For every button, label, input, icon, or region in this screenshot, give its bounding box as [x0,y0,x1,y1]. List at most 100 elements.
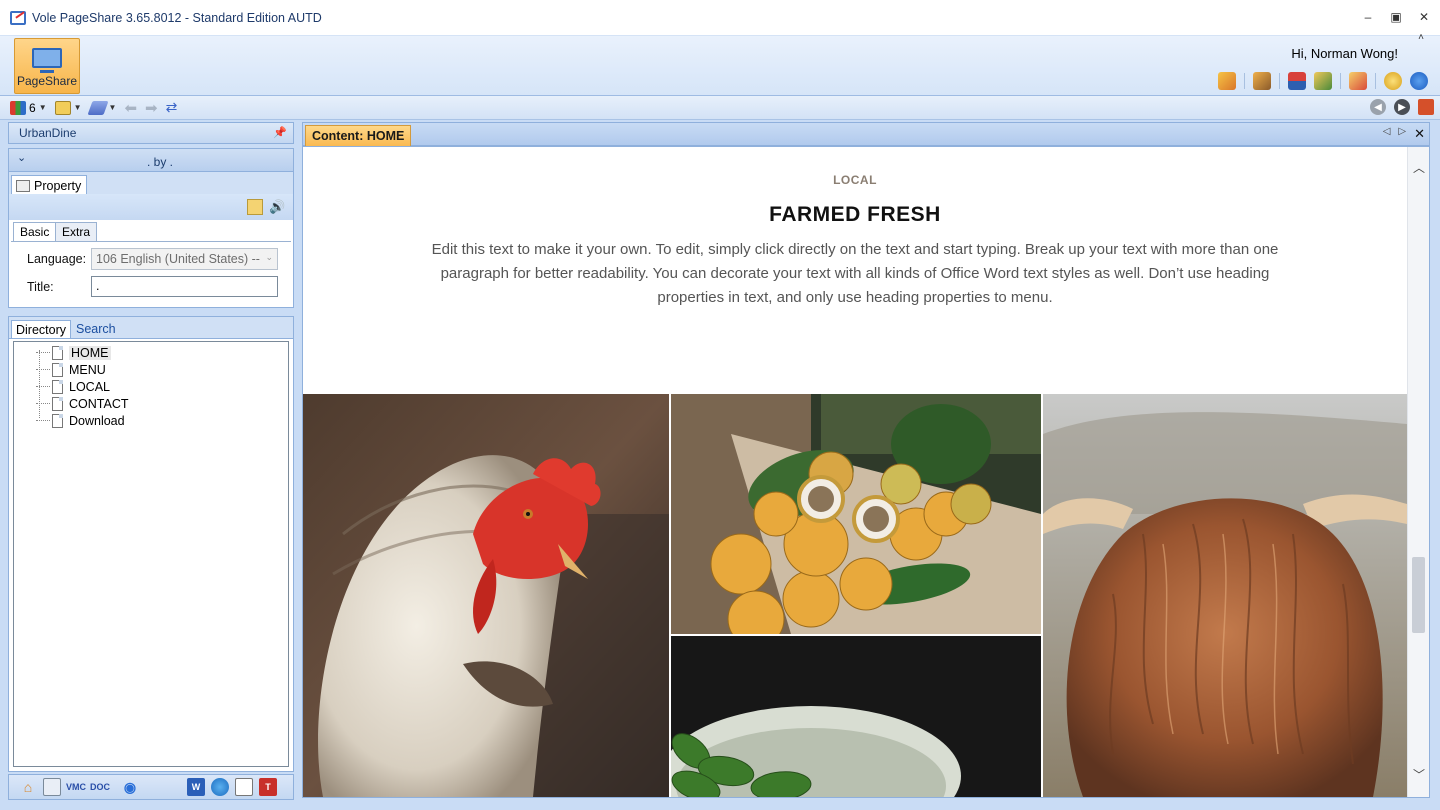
section-body: Edit this text to make it your own. To e… [431,241,1279,306]
chicken-photo [303,394,669,797]
language-label: Language: [27,252,87,266]
tab-property[interactable]: Property [11,175,87,195]
page-layout-icon [54,100,71,115]
page-icon [52,345,63,360]
section-kicker: LOCAL [833,173,877,187]
title-label: Title: [27,280,54,294]
refresh-icon[interactable]: ⇄ [166,99,178,116]
passion-fruit-photo [671,394,1041,634]
tools-icon[interactable] [1253,72,1271,90]
chevron-down-icon[interactable]: ⌄ [17,151,26,164]
directory-tree: HOME MENU LOCAL CONTACT Download [8,338,294,772]
toolbar: 6 ▼ ▼ ▼ ⬅ ➡ ⇄ ◀ ▶ [0,96,1440,120]
left-panel: UrbanDine 📌 ⌄ . by . Property 🔊 Basic Ex… [8,122,294,802]
info-icon[interactable] [1410,72,1428,90]
language-select[interactable]: 106 English (United States) -- ⌄ [91,248,278,270]
content-view: LOCAL FARMED FRESH Edit this text to mak… [302,146,1430,798]
word-icon[interactable]: W [187,778,205,796]
chevron-down-icon: ▼ [108,103,117,112]
highland-cow-photo [1043,394,1407,797]
blocks-count: 6 [29,100,36,115]
tab-directory[interactable]: Directory [11,320,72,340]
globe-icon[interactable] [211,778,229,796]
basic-properties: Basic Extra Language: 106 English (Unite… [8,220,294,308]
section-headline: FARMED FRESH [769,203,941,226]
edit-icon[interactable] [247,199,263,215]
tab-basic[interactable]: Basic [13,222,57,242]
page-layout-dropdown[interactable]: ▼ [54,100,82,115]
separator [1279,73,1280,89]
tree-node-home[interactable]: HOME [36,344,111,361]
nav-back-circle-icon[interactable]: ◀ [1370,99,1386,115]
site-info-text: . by . [147,155,174,169]
page-icon [52,413,63,428]
tree-node-contact[interactable]: CONTACT [36,395,129,412]
vertical-scrollbar[interactable]: ︿ ﹀ [1407,147,1429,797]
run-icon[interactable] [1349,72,1367,90]
home-icon[interactable]: ⌂ [19,778,37,796]
app-icon [10,10,26,25]
nav-forward-circle-icon[interactable]: ▶ [1394,99,1410,115]
powerpoint-icon[interactable] [1418,99,1434,115]
tree-node-local[interactable]: LOCAL [36,378,110,395]
forward-arrow-icon[interactable]: ➡ [145,99,158,117]
tree-node-menu[interactable]: MENU [36,361,106,378]
tree-node-label: MENU [69,362,106,377]
blocks-dropdown[interactable]: 6 ▼ [10,100,47,115]
scroll-left-icon[interactable]: ◁ [1383,126,1391,142]
scrollbar-thumb[interactable] [1412,557,1425,633]
title-field[interactable]: . [91,276,278,297]
tree-connector [36,386,50,387]
tab-search[interactable]: Search [72,320,120,340]
ribbon-collapse-button[interactable]: ˄ [1418,32,1424,43]
minimize-button[interactable]: – [1362,10,1374,24]
language-value: 106 English (United States) -- [96,252,260,266]
speaker-icon[interactable]: 🔊 [269,199,285,215]
pin-icon[interactable]: 📌 [273,126,287,139]
stopwatch-icon[interactable] [1384,72,1402,90]
brush-icon[interactable] [1218,72,1236,90]
monitor-icon [32,48,62,73]
separator [1375,73,1376,89]
scroll-up-icon[interactable]: ︿ [1413,159,1425,176]
property-toolbar: 🔊 [8,194,294,220]
site-name: UrbanDine [19,126,77,140]
scroll-down-icon[interactable]: ﹀ [1413,766,1425,783]
doc-icon[interactable]: DOC [90,778,110,796]
tab-content-home[interactable]: Content: HOME [305,125,412,147]
pageshare-button[interactable]: PageShare [14,38,80,94]
property-icon [16,179,30,192]
chevron-down-icon: ▼ [38,103,47,112]
stack-dropdown[interactable]: ▼ [86,100,117,115]
site-info-row[interactable]: ⌄ . by . [8,148,294,172]
separator [1244,73,1245,89]
toolbar-right: ◀ ▶ [1370,99,1434,115]
tab-controls: ◁ ▷ ✕ [1383,126,1425,142]
maximize-button[interactable]: ▣ [1390,10,1402,24]
page-icon [52,379,63,394]
back-arrow-icon[interactable]: ⬅ [124,99,137,117]
calendar-icon[interactable] [1314,72,1332,90]
tab-extra[interactable]: Extra [55,222,98,242]
web-page-icon[interactable] [43,778,61,796]
vmc-icon[interactable]: VMC [66,778,86,796]
tree-node-download[interactable]: Download [36,412,125,429]
chevron-down-icon: ⌄ [265,252,273,262]
tree-node-label: CONTACT [69,396,129,411]
sign-icon[interactable] [1288,72,1306,90]
eye-icon[interactable]: ◉ [121,778,139,796]
tree-connector [36,352,50,353]
new-doc-icon[interactable] [235,778,253,796]
close-button[interactable]: ✕ [1418,10,1430,24]
chevron-down-icon: ▼ [73,103,82,112]
text-icon[interactable]: T [259,778,277,796]
ribbon-icon-group [1218,72,1428,90]
tab-property-label: Property [34,178,82,193]
close-tab-icon[interactable]: ✕ [1414,126,1425,142]
window-title: Vole PageShare 3.65.8012 - Standard Edit… [32,10,322,25]
scroll-right-icon[interactable]: ▷ [1398,126,1406,142]
left-bottom-toolbar: ⌂ VMC DOC ◉ W T [8,774,294,800]
tree-frame: HOME MENU LOCAL CONTACT Download [13,341,289,767]
cucumber-bowl-photo [671,636,1041,797]
ribbon: PageShare ˄ Hi, Norman Wong! [0,32,1440,96]
